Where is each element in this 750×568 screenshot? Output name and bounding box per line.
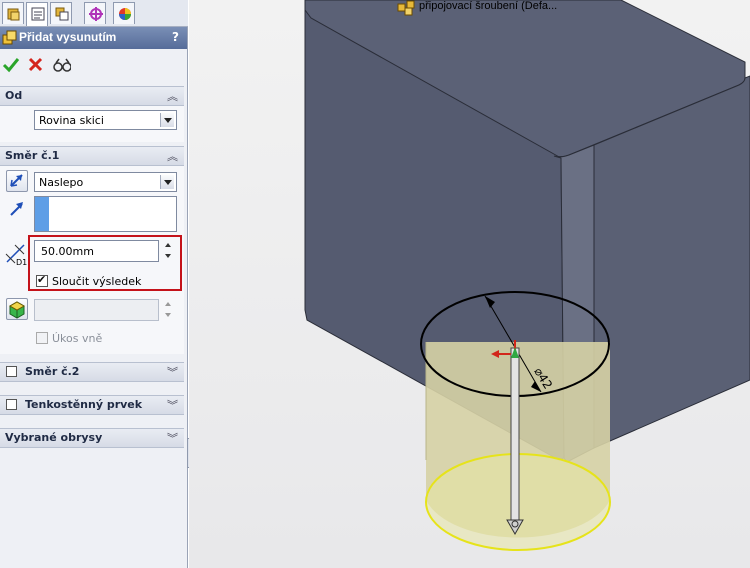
direction-vector-icon [10, 202, 23, 216]
draft-outward-checkbox[interactable] [36, 332, 48, 344]
tab-dimxpert-manager[interactable] [84, 2, 106, 24]
draft-angle-input[interactable] [34, 299, 159, 321]
tab-configuration-manager[interactable] [50, 2, 72, 24]
draft-toggle-button[interactable] [6, 298, 28, 320]
tab-feature-manager[interactable] [2, 2, 24, 24]
end-condition-select[interactable]: Naslepo [34, 172, 177, 192]
collapse-chevron-icon[interactable]: ︽ [167, 88, 178, 104]
expand-chevron-icon[interactable]: ︾ [167, 430, 178, 446]
selected-contours-group-header[interactable]: Vybrané obrysy ︾ [0, 428, 184, 448]
depth-arrow-shaft [510, 347, 520, 521]
depth-highlight-frame [28, 235, 182, 291]
ok-cancel-bar [0, 50, 187, 80]
expand-chevron-icon[interactable]: ︾ [167, 364, 178, 380]
ok-checkmark-icon[interactable] [2, 56, 20, 74]
feature-title: Přidat vysunutím [19, 30, 117, 44]
depth-dimension-icon: D1 [5, 244, 27, 266]
start-condition-select[interactable]: Rovina skici [34, 110, 177, 130]
od-group-header[interactable]: Od ︽ [0, 86, 184, 106]
display-manager-icon [119, 8, 131, 20]
feature-title-bar: Přidat vysunutím ? [0, 27, 187, 49]
depth-dimension-label: D1 [16, 258, 27, 266]
dropdown-arrow-icon[interactable] [160, 175, 174, 189]
smer2-checkbox[interactable] [6, 366, 17, 377]
thin-feature-checkbox[interactable] [6, 399, 17, 410]
start-condition-value: Rovina skici [39, 114, 104, 127]
smer2-group-header[interactable]: Směr č.2 ︾ [0, 362, 184, 382]
cancel-x-icon[interactable] [27, 56, 45, 74]
dropdown-arrow-icon[interactable] [160, 113, 174, 127]
model-graphics[interactable]: ⌀42 [189, 0, 750, 568]
part-name-label[interactable]: připojovací šroubení (Defa... [419, 0, 557, 12]
graphics-viewport[interactable]: ⌀42 připojovací šroubení (Defa... [189, 0, 750, 568]
smer1-group-header[interactable]: Směr č.1 ︽ [0, 146, 184, 166]
thin-feature-group-header[interactable]: Tenkostěnný prvek ︾ [0, 395, 184, 415]
list-selection-highlight [35, 197, 49, 231]
draft-angle-spinner[interactable] [163, 299, 174, 321]
detailed-preview-glasses-icon[interactable] [53, 56, 71, 74]
spin-down-icon[interactable] [165, 313, 171, 317]
collapse-chevron-icon[interactable]: ︽ [167, 148, 178, 164]
spin-up-icon[interactable] [165, 302, 171, 306]
od-group-title: Od [5, 89, 23, 102]
configuration-manager-icon [55, 7, 69, 21]
help-button[interactable]: ? [172, 30, 179, 44]
tab-property-manager[interactable] [26, 2, 48, 26]
direction-reference-list[interactable] [34, 196, 177, 232]
extrude-boss-icon [2, 30, 17, 45]
property-manager-panel: Přidat vysunutím ? Od ︽ Rovina skici Smě… [0, 0, 188, 568]
reverse-direction-icon [10, 174, 23, 187]
draft-outward-label: Úkos vně [52, 332, 103, 345]
property-manager-icon [31, 7, 45, 21]
manager-tab-bar [0, 0, 188, 27]
end-condition-value: Naslepo [39, 176, 84, 189]
feature-tree-icon [7, 8, 20, 21]
od-group-body: Rovina skici [0, 106, 184, 142]
draft-icon [8, 301, 26, 319]
dimxpert-icon [89, 7, 103, 21]
expand-chevron-icon[interactable]: ︾ [167, 397, 178, 413]
smer1-group-title: Směr č.1 [5, 149, 60, 162]
thin-feature-group-title: Tenkostěnný prvek [25, 398, 143, 411]
selected-contours-group-title: Vybrané obrysy [5, 431, 103, 444]
tab-display-manager[interactable] [113, 2, 135, 24]
part-icon [397, 0, 415, 16]
smer2-group-title: Směr č.2 [25, 365, 80, 378]
reverse-direction-button[interactable] [6, 170, 28, 192]
